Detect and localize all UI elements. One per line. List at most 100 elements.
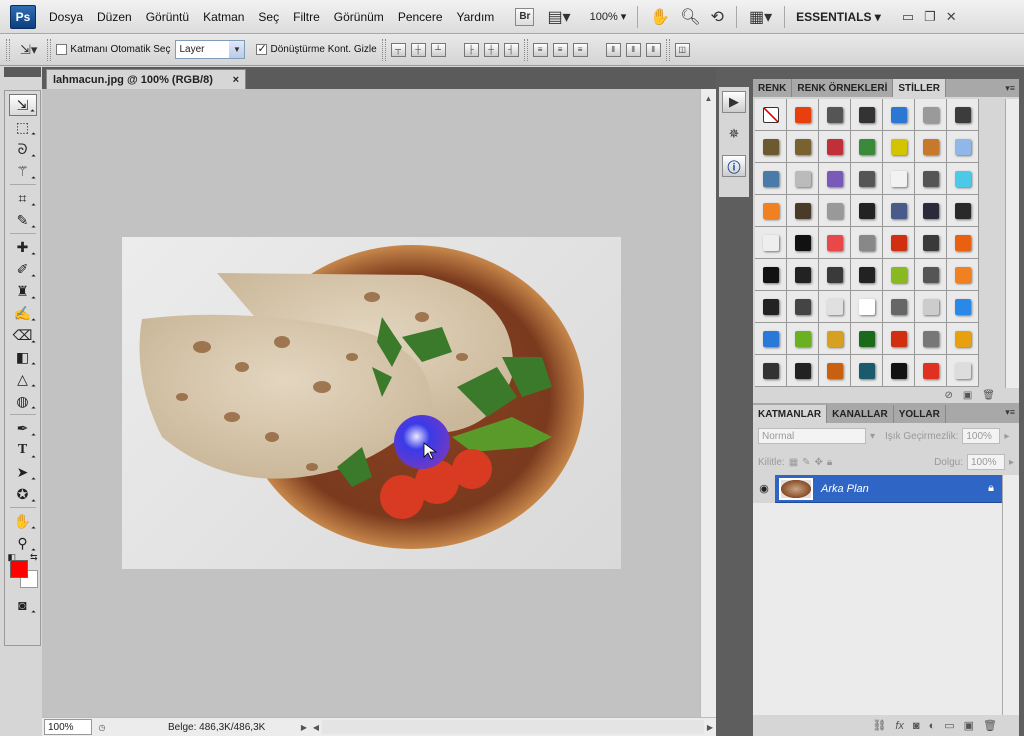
style-swatch[interactable] <box>915 355 947 387</box>
hand-tool-icon[interactable]: ✋ <box>9 510 37 532</box>
status-menu-icon[interactable]: ◷ <box>96 720 108 734</box>
rotate-view-icon[interactable]: ⟲ <box>706 7 729 27</box>
distribute-vcenter-icon[interactable]: ≡ <box>552 42 568 57</box>
style-swatch[interactable] <box>915 99 947 131</box>
tools-panel-header[interactable] <box>4 67 41 77</box>
options-grip[interactable] <box>6 38 10 61</box>
status-zoom-field[interactable]: 100% <box>44 719 92 735</box>
minimize-icon[interactable]: ▭ <box>897 9 919 25</box>
align-hcenter-icon[interactable]: ┼ <box>483 42 499 57</box>
menu-pencere[interactable]: Pencere <box>391 0 450 34</box>
opacity-field[interactable]: 100% <box>962 428 1001 444</box>
type-tool-icon[interactable]: T <box>9 439 37 461</box>
tab-renk[interactable]: RENK <box>753 79 793 97</box>
scroll-right-icon[interactable]: ▶ <box>704 720 716 734</box>
styles-scrollbar[interactable] <box>1005 99 1019 388</box>
style-swatch[interactable] <box>787 163 819 195</box>
eye-icon[interactable]: ◉ <box>753 474 775 503</box>
style-swatch[interactable] <box>819 195 851 227</box>
style-swatch[interactable] <box>819 227 851 259</box>
style-swatch[interactable] <box>851 163 883 195</box>
new-style-icon[interactable]: ▣ <box>963 390 972 401</box>
blend-mode-dropdown[interactable]: Normal <box>758 428 866 444</box>
fill-field[interactable]: 100% <box>966 454 1005 470</box>
align-right-icon[interactable]: ┤ <box>503 42 519 57</box>
style-swatch[interactable] <box>883 163 915 195</box>
align-vcenter-icon[interactable]: ┼ <box>410 42 426 57</box>
status-expand-icon[interactable]: ▶ <box>298 720 310 734</box>
style-swatch[interactable] <box>947 355 979 387</box>
delete-layer-icon[interactable]: 🗑︎ <box>983 719 997 732</box>
style-swatch[interactable] <box>787 131 819 163</box>
move-tool-preset-icon[interactable]: ⇲▾ <box>15 42 42 58</box>
style-swatch[interactable] <box>947 99 979 131</box>
style-swatch[interactable] <box>915 323 947 355</box>
eraser-tool-icon[interactable]: ⌫ <box>9 324 37 346</box>
style-swatch[interactable] <box>947 163 979 195</box>
menu-gorunum[interactable]: Görünüm <box>327 0 391 34</box>
style-swatch[interactable] <box>915 291 947 323</box>
new-group-icon[interactable]: ▭ <box>944 719 954 732</box>
style-swatch[interactable] <box>819 131 851 163</box>
style-swatch[interactable] <box>755 227 787 259</box>
info-icon[interactable]: ⓘ <box>722 155 746 177</box>
style-swatch[interactable] <box>851 323 883 355</box>
play-actions-icon[interactable]: ▶ <box>722 91 746 113</box>
scroll-up-icon[interactable]: ▲ <box>703 91 715 105</box>
style-swatch[interactable] <box>883 259 915 291</box>
distribute-hcenter-icon[interactable]: ⦀ <box>625 42 641 57</box>
hand-icon[interactable]: ✋ <box>645 7 675 27</box>
align-bottom-icon[interactable]: ┴ <box>430 42 446 57</box>
style-swatch[interactable] <box>755 259 787 291</box>
style-swatch[interactable] <box>915 259 947 291</box>
lock-paint-icon[interactable]: ✎ <box>802 457 810 468</box>
magic-wand-tool-icon[interactable]: ⚚ <box>9 160 37 182</box>
restore-icon[interactable]: ❐ <box>919 9 941 25</box>
link-layers-icon[interactable]: ⛓ <box>872 719 886 732</box>
style-swatch[interactable] <box>915 227 947 259</box>
swap-colors-icon[interactable]: ⇆ <box>30 552 38 563</box>
menu-yardim[interactable]: Yardım <box>450 0 502 34</box>
close-icon[interactable]: ✕ <box>941 9 962 25</box>
auto-select-target-dropdown[interactable]: Layer ▼ <box>175 40 246 59</box>
menu-duzen[interactable]: Düzen <box>90 0 139 34</box>
path-selection-tool-icon[interactable]: ➤ <box>9 461 37 483</box>
align-left-icon[interactable]: ├ <box>463 42 479 57</box>
style-swatch[interactable] <box>819 259 851 291</box>
clone-stamp-tool-icon[interactable]: ♜ <box>9 280 37 302</box>
brush-tool-icon[interactable]: ✐ <box>9 258 37 280</box>
layer-row[interactable]: ◉ Arka Plan 🔒︎ <box>753 474 1002 503</box>
lock-transparent-icon[interactable]: ▦ <box>789 457 798 468</box>
style-swatch[interactable] <box>787 355 819 387</box>
horizontal-scrollbar[interactable] <box>322 720 704 734</box>
move-tool-icon[interactable]: ⇲ <box>8 94 37 116</box>
style-swatch[interactable] <box>787 259 819 291</box>
style-swatch[interactable] <box>851 99 883 131</box>
style-swatch[interactable] <box>947 227 979 259</box>
zoom-icon[interactable]: 🔍︎ <box>675 7 705 27</box>
clear-style-icon[interactable]: ⊘ <box>944 390 952 401</box>
zoom-tool-icon[interactable]: ⚲ <box>9 532 37 554</box>
layer-name[interactable]: Arka Plan <box>821 483 988 495</box>
panel-menu-icon[interactable]: ▾≡ <box>1005 407 1015 418</box>
style-swatch[interactable] <box>755 163 787 195</box>
style-swatch[interactable] <box>851 131 883 163</box>
style-swatch-none[interactable] <box>755 99 787 131</box>
style-swatch[interactable] <box>883 323 915 355</box>
style-swatch[interactable] <box>883 227 915 259</box>
show-transform-option[interactable]: Dönüştürme Kont. Gizle <box>256 42 377 55</box>
fill-arrow-icon[interactable]: ▸ <box>1009 457 1014 468</box>
foreground-color[interactable] <box>9 560 28 578</box>
menu-goruntu[interactable]: Görüntü <box>139 0 196 34</box>
style-swatch[interactable] <box>851 227 883 259</box>
style-swatch[interactable] <box>883 195 915 227</box>
lock-all-icon[interactable]: 🔒︎ <box>827 457 832 468</box>
marquee-tool-icon[interactable]: ⬚ <box>9 116 37 138</box>
lock-position-icon[interactable]: ✥ <box>815 457 823 468</box>
document-canvas-area[interactable] <box>42 89 700 717</box>
style-swatch[interactable] <box>947 195 979 227</box>
distribute-bottom-icon[interactable]: ≡ <box>572 42 588 57</box>
vertical-scrollbar[interactable]: ▲ <box>700 89 716 717</box>
style-swatch[interactable] <box>787 323 819 355</box>
layers-scrollbar[interactable] <box>1002 475 1019 715</box>
